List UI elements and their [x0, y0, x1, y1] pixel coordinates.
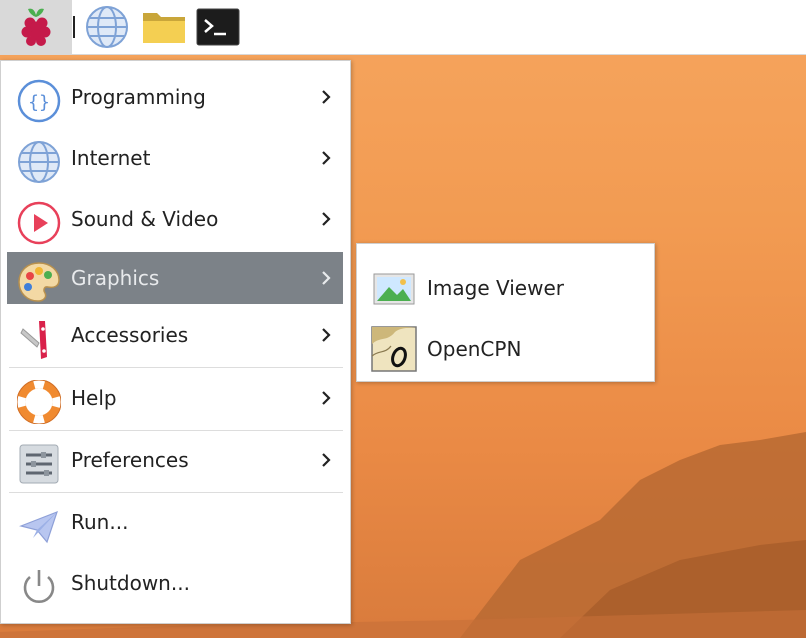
image-icon [373, 273, 415, 305]
menu-divider [9, 430, 343, 431]
chevron-right-icon [322, 328, 331, 342]
terminal-launcher[interactable] [193, 0, 243, 54]
menu-item-programming[interactable]: {} Programming [7, 71, 343, 123]
menu-divider [9, 492, 343, 493]
menu-item-label: Graphics [71, 266, 160, 290]
svg-text:{}: {} [28, 92, 50, 113]
play-icon [17, 201, 61, 245]
globe-icon [18, 141, 60, 183]
menu-item-preferences[interactable]: Preferences [7, 434, 343, 486]
submenu-item-label: Image Viewer [427, 276, 564, 300]
paper-plane-icon [19, 510, 58, 544]
taskbar [0, 0, 806, 55]
taskbar-separator [73, 16, 75, 38]
chevron-right-icon [322, 391, 331, 405]
menu-item-label: Accessories [71, 323, 189, 347]
menu-item-label: Preferences [71, 448, 189, 472]
menu-item-label: Help [71, 386, 117, 410]
submenu-item-image-viewer[interactable]: Image Viewer [357, 253, 654, 313]
menu-divider [9, 367, 343, 368]
power-icon [23, 570, 55, 604]
submenu-item-label: OpenCPN [427, 337, 522, 361]
menu-item-label: Sound & Video [71, 207, 219, 231]
submenu-item-opencpn[interactable]: OpenCPN [357, 314, 654, 374]
chevron-right-icon [322, 453, 331, 467]
graphics-submenu: Image Viewer OpenCPN [356, 243, 655, 382]
chevron-right-icon [322, 271, 331, 285]
menu-item-internet[interactable]: Internet [7, 132, 343, 184]
pocket-knife-icon [20, 321, 47, 359]
code-braces-icon: {} [17, 79, 61, 123]
menu-item-accessories[interactable]: Accessories [7, 309, 343, 361]
applications-menu: {} Programming Internet Sound & Video Gr… [0, 60, 351, 624]
menu-item-label: Internet [71, 146, 151, 170]
chevron-right-icon [322, 90, 331, 104]
web-browser-launcher[interactable] [82, 0, 132, 54]
menu-item-run[interactable]: Run... [7, 496, 343, 548]
menu-item-sound-video[interactable]: Sound & Video [7, 193, 343, 245]
folder-icon [143, 13, 185, 43]
file-manager-launcher[interactable] [138, 0, 190, 54]
chevron-right-icon [322, 151, 331, 165]
menu-item-help[interactable]: Help [7, 372, 343, 424]
applications-menu-button[interactable] [0, 0, 72, 54]
lifebuoy-icon [17, 380, 61, 424]
palette-icon [18, 262, 60, 302]
terminal-icon [196, 8, 240, 46]
menu-item-label: Programming [71, 85, 206, 109]
menu-item-label: Shutdown... [71, 571, 190, 595]
menu-item-graphics[interactable]: Graphics [7, 252, 343, 304]
raspberry-icon [21, 8, 51, 46]
globe-icon [86, 6, 128, 48]
nautical-chart-icon [371, 326, 417, 372]
menu-item-shutdown[interactable]: Shutdown... [7, 557, 343, 609]
chevron-right-icon [322, 212, 331, 226]
sliders-icon [19, 444, 59, 484]
menu-item-label: Run... [71, 510, 129, 534]
